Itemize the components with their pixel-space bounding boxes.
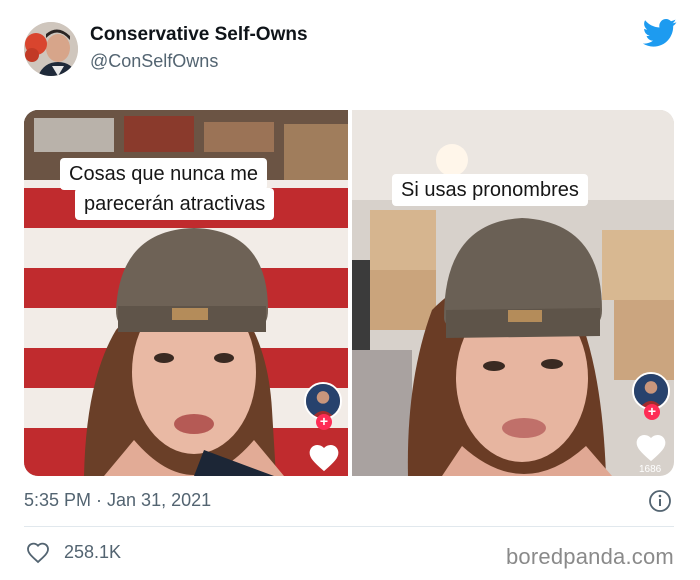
heart-outline-icon[interactable] — [26, 542, 50, 564]
info-icon[interactable] — [648, 489, 672, 513]
tweet-media-right[interactable]: Si usas pronombres + 1686 — [352, 110, 674, 476]
divider — [24, 526, 674, 527]
like-count[interactable]: 258.1K — [64, 542, 121, 563]
display-name[interactable]: Conservative Self-Owns — [90, 24, 308, 46]
tweet-timestamp[interactable]: 5:35 PM · Jan 31, 2021 — [24, 490, 211, 511]
user-handle[interactable]: @ConSelfOwns — [90, 51, 218, 72]
avatar-image — [24, 22, 78, 76]
right-caption: Si usas pronombres — [392, 174, 588, 206]
profile-avatar[interactable] — [24, 22, 78, 76]
tweet-media-left[interactable]: Cosas que nunca me parecerán atractivas … — [24, 110, 348, 476]
twitter-bird-icon[interactable] — [643, 18, 677, 48]
video-like-count: 1686 — [639, 464, 662, 475]
left-caption-line2: parecerán atractivas — [75, 188, 275, 220]
tweet-card: Conservative Self-Owns @ConSelfOwns Cosa… — [0, 0, 700, 580]
follow-plus-icon[interactable]: + — [316, 414, 332, 430]
room-background-image — [352, 110, 674, 476]
follow-plus-icon[interactable]: + — [644, 404, 660, 420]
heart-icon[interactable] — [309, 444, 339, 472]
watermark: boredpanda.com — [506, 544, 674, 569]
left-caption-line1: Cosas que nunca me — [60, 158, 268, 190]
heart-icon[interactable] — [636, 434, 666, 462]
